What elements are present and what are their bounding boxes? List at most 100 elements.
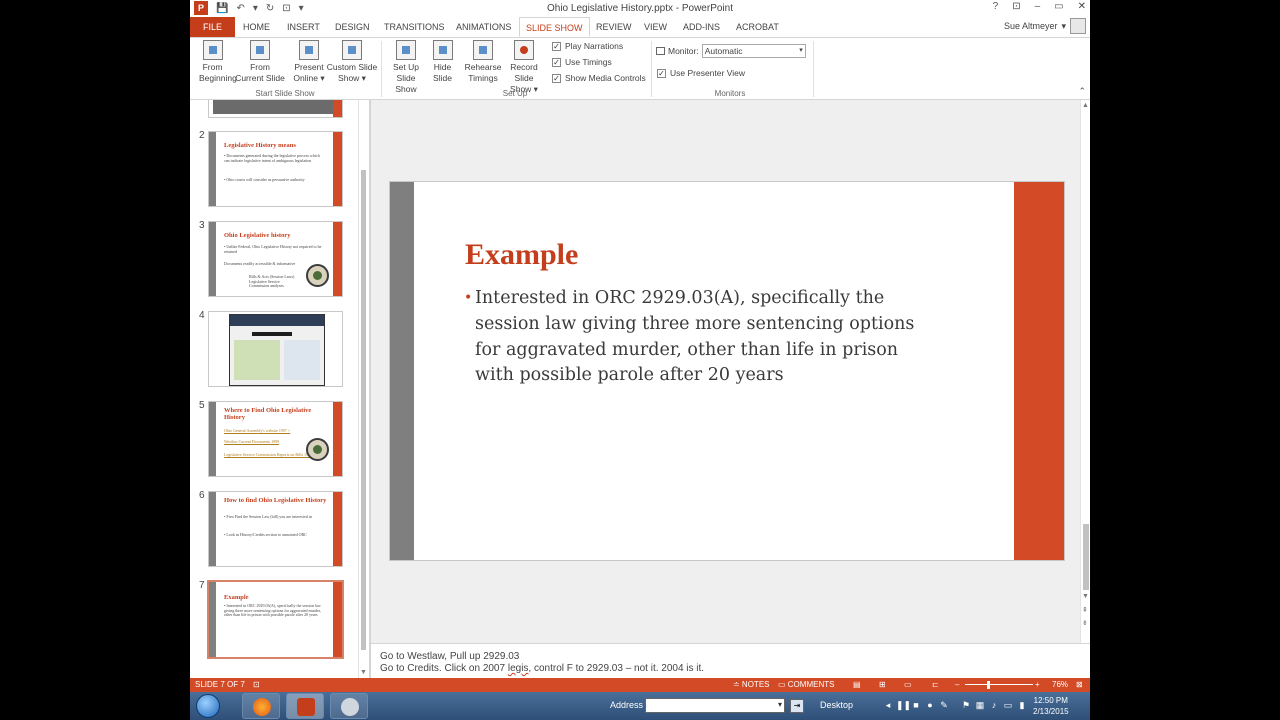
scroll-up-icon[interactable]: ▲ [1082, 102, 1089, 109]
from-beginning-button[interactable]: From Beginning [199, 40, 237, 84]
display-icon[interactable]: ▭ [1002, 699, 1014, 711]
help-icon[interactable]: ? [993, 1, 999, 12]
slide-thumbnail-3[interactable]: Ohio Legislative history • Unlike Federa… [208, 221, 343, 297]
tab-file[interactable]: FILE [190, 17, 236, 37]
next-slide-icon[interactable]: ⇟ [1082, 619, 1088, 627]
thumbnail-number: 7 [199, 580, 205, 591]
slide-thumbnail-5[interactable]: Where to Find Ohio Legislative History O… [208, 401, 343, 477]
button-label: Beginning [199, 73, 237, 83]
thumbnail-text: • Ohio courts will consider as persuasiv… [224, 177, 305, 182]
screenshot-header [230, 315, 324, 326]
slide-sorter-icon[interactable]: ⊞ [879, 678, 886, 692]
fit-slide-icon[interactable]: ⊠ [1076, 678, 1083, 692]
tab-design[interactable]: DESIGN [329, 17, 376, 37]
normal-view-icon[interactable]: ▤ [853, 678, 861, 692]
custom-slide-show-button[interactable]: Custom Slide Show ▾ [326, 40, 378, 84]
monitor-select[interactable]: Automatic ▾ [701, 44, 806, 58]
taskbar-powerpoint[interactable] [286, 693, 324, 719]
tab-slide-show[interactable]: SLIDE SHOW [519, 17, 590, 37]
address-input[interactable]: ▾ [645, 698, 785, 713]
record-circle-icon[interactable]: ● [924, 699, 936, 711]
from-current-slide-button[interactable]: From Current Slide [235, 40, 285, 84]
system-clock[interactable]: 12:50 PM 2/13/2015 [1033, 695, 1069, 717]
button-label: Custom Slide [326, 62, 378, 72]
pause-icon[interactable]: ❚❚ [896, 699, 911, 711]
slide-thumbnail-4[interactable] [208, 311, 343, 387]
spell-check-icon[interactable]: ⊡ [253, 678, 260, 692]
reading-view-icon[interactable]: ▭ [904, 678, 912, 692]
powerpoint-window: Ohio Legislative History.pptx - PowerPoi… [190, 0, 1090, 692]
network-icon[interactable]: ▦ [974, 699, 986, 711]
thumbnail-gray-bar [209, 582, 216, 657]
zoom-slider-thumb[interactable] [987, 681, 990, 689]
zoom-slider[interactable] [965, 684, 1033, 685]
slide-thumbnail-7[interactable]: Example • Interested in ORC 2929.03(A), … [207, 580, 344, 659]
use-presenter-view-checkbox[interactable]: ✓ Use Presenter View [657, 68, 745, 78]
zoom-in-button[interactable]: + [1035, 678, 1040, 692]
comments-button[interactable]: ▭ COMMENTS [778, 678, 834, 692]
present-online-button[interactable]: Present Online ▾ [291, 40, 327, 84]
customize-qat-icon[interactable]: ▾ [299, 3, 304, 14]
previous-slide-icon[interactable]: ⇞ [1082, 606, 1088, 614]
use-timings-checkbox[interactable]: ✓ Use Timings [552, 57, 612, 67]
slide-show-view-icon[interactable]: ⊏ [932, 678, 939, 692]
user-account[interactable]: Sue Altmeyer ▾ [1004, 18, 1086, 34]
battery-icon[interactable]: ▮ [1016, 699, 1028, 711]
thumbnail-title: Example [224, 594, 249, 601]
taskbar-firefox[interactable] [242, 693, 280, 719]
projector-icon [202, 40, 223, 60]
collapse-ribbon-icon[interactable]: ⌃ [1078, 86, 1086, 97]
volume-icon[interactable]: ♪ [988, 699, 1000, 711]
monitor-value: Automatic [704, 46, 743, 56]
hide-slide-button[interactable]: Hide Slide [429, 40, 456, 84]
set-up-slide-show-button[interactable]: Set Up Slide Show [385, 40, 427, 95]
scroll-down-icon[interactable]: ▼ [360, 669, 367, 676]
notes-pane[interactable]: Go to Westlaw, Pull up 2929.03 Go to Cre… [370, 643, 1090, 678]
taskbar-app-webcam[interactable] [330, 693, 368, 719]
tab-review[interactable]: REVIEW [590, 17, 638, 37]
tab-add-ins[interactable]: ADD-INS [677, 17, 726, 37]
edit-icon[interactable]: ✎ [938, 699, 950, 711]
editor-scrollbar[interactable]: ▲ ▼ ⇞ ⇟ [1080, 100, 1090, 643]
ribbon-display-options-icon[interactable]: ⊡ [1012, 1, 1020, 12]
undo-icon[interactable]: ↶ [236, 3, 244, 14]
chevron-down-icon: ▾ [777, 700, 782, 709]
chevron-left-icon[interactable]: ◂ [882, 699, 894, 711]
thumbnails-scrollbar[interactable]: ▼ [358, 100, 368, 678]
tab-transitions[interactable]: TRANSITIONS [378, 17, 451, 37]
slide-thumbnail-6[interactable]: How to find Ohio Legislative History • F… [208, 491, 343, 567]
rehearse-timings-button[interactable]: Rehearse Timings [463, 40, 503, 84]
minimize-icon[interactable]: – [1035, 1, 1041, 12]
undo-dropdown-icon[interactable]: ▾ [253, 3, 258, 14]
stop-icon[interactable]: ■ [910, 699, 922, 711]
record-slide-show-button[interactable]: Record Slide Show ▾ [501, 40, 547, 95]
show-media-controls-checkbox[interactable]: ✓ Show Media Controls [552, 73, 646, 83]
tab-acrobat[interactable]: ACROBAT [730, 17, 785, 37]
slide-body[interactable]: • Interested in ORC 2929.03(A), specific… [464, 286, 935, 389]
start-button[interactable] [196, 694, 220, 718]
slide-title[interactable]: Example [465, 238, 578, 272]
tab-insert[interactable]: INSERT [281, 17, 326, 37]
start-presentation-icon[interactable]: ⊡ [282, 3, 290, 14]
tab-animations[interactable]: ANIMATIONS [450, 17, 517, 37]
tab-view[interactable]: VIEW [638, 17, 673, 37]
play-narrations-checkbox[interactable]: ✓ Play Narrations [552, 41, 623, 51]
restore-icon[interactable]: ▭ [1054, 1, 1063, 12]
slide-thumbnail-2[interactable]: Legislative History means • Documents ge… [208, 131, 343, 207]
go-icon[interactable]: ⇥ [790, 699, 804, 713]
zoom-level[interactable]: 76% [1052, 678, 1068, 692]
desktop-toolbar[interactable]: Desktop [820, 700, 853, 710]
redo-icon[interactable]: ↻ [266, 3, 274, 14]
zoom-out-button[interactable]: – [955, 678, 959, 692]
powerpoint-logo-icon[interactable]: P [194, 1, 208, 15]
current-slide[interactable]: Example • Interested in ORC 2929.03(A), … [389, 181, 1065, 561]
slide-thumbnail-1-partial[interactable] [208, 100, 343, 118]
scrollbar-thumb[interactable] [361, 170, 366, 650]
save-icon[interactable]: 💾 [216, 3, 228, 14]
scroll-down-icon[interactable]: ▼ [1082, 593, 1089, 600]
tab-home[interactable]: HOME [237, 17, 276, 37]
scrollbar-thumb[interactable] [1083, 524, 1089, 590]
flag-icon[interactable]: ⚑ [960, 699, 972, 711]
close-icon[interactable]: ✕ [1078, 1, 1086, 12]
notes-button[interactable]: ≐ NOTES [733, 678, 769, 692]
